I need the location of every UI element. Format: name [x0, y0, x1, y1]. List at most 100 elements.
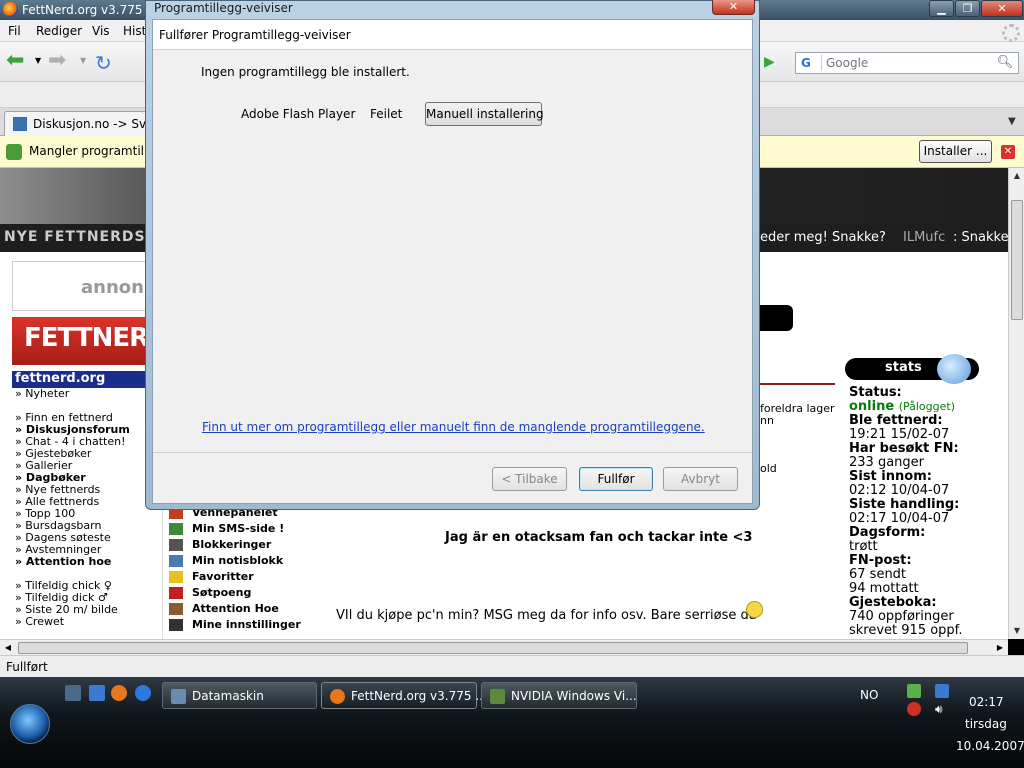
stats-value: Dagsform: — [849, 525, 926, 540]
menu-item-label: Min notisblokk — [192, 554, 284, 567]
horizontal-scrollbar[interactable]: ◀ ▶ — [0, 639, 1008, 655]
firefox-quicklaunch-icon[interactable] — [111, 685, 127, 701]
no-plugins-installed-text: Ingen programtillegg ble installert. — [201, 65, 410, 79]
stats-row: Ble fettnerd: — [849, 414, 1008, 428]
user-menu-item[interactable]: Min notisblokk — [163, 553, 312, 569]
close-notification-icon[interactable]: ✕ — [1001, 145, 1015, 159]
post-text: VIl du kjøpe pc'n min? MSG meg da for in… — [336, 608, 757, 623]
user-menu-item[interactable]: Favoritter — [163, 569, 312, 585]
stats-row: skrevet 915 oppf. — [849, 624, 1008, 638]
forward-arrow-icon[interactable]: ➡ — [48, 50, 72, 74]
minimize-button[interactable]: ▁ — [929, 0, 954, 17]
stats-row: trøtt — [849, 540, 1008, 554]
leftnav-item[interactable]: » Nyheter — [12, 388, 152, 400]
site-logo[interactable]: FETTNERD — [12, 317, 170, 365]
user-menu-item[interactable]: Min SMS-side ! — [163, 521, 312, 537]
reload-icon[interactable]: ↻ — [95, 51, 119, 75]
menu-item-label: Attention Hoe — [192, 602, 279, 615]
screen: FettNerd.org v3.775 :: V ▁ ❐ ✕ Fil Redig… — [0, 0, 1024, 768]
maximize-button[interactable]: ❐ — [955, 0, 980, 17]
user-menu: Vennepanelet Min SMS-side ! Blokkeringer Mi… — [162, 505, 312, 639]
back-dropdown-icon[interactable]: ▼ — [35, 56, 41, 65]
menu-item-icon — [169, 539, 183, 551]
stats-row: Siste handling: — [849, 498, 1008, 512]
ticker-message[interactable]: eder meg! Snakke? — [760, 230, 886, 245]
horizontal-scroll-thumb[interactable] — [18, 642, 968, 654]
close-button[interactable]: ✕ — [981, 0, 1023, 17]
dialog-separator — [153, 452, 752, 453]
menu-file[interactable]: Fil — [8, 24, 21, 38]
stats-value: 740 oppføringer — [849, 609, 954, 624]
switch-windows-icon[interactable] — [89, 685, 105, 701]
connection-tray-icon[interactable] — [935, 684, 949, 698]
user-menu-item[interactable]: Søtpoeng — [163, 585, 312, 601]
search-bar: G 🔍︎ — [795, 52, 1019, 74]
ad-box: annon — [12, 261, 152, 311]
taskbar-button-firefox[interactable]: FettNerd.org v3.775 ... — [321, 682, 487, 709]
cancel-button[interactable]: Avbryt — [663, 467, 738, 491]
taskbar: Datamaskin FettNerd.org v3.775 ... NVIDI… — [0, 677, 1024, 768]
taskbar-button-datamaskin[interactable]: Datamaskin — [162, 682, 317, 709]
scroll-down-icon[interactable]: ▼ — [1009, 623, 1024, 639]
stats-row: 740 oppføringer — [849, 610, 1008, 624]
security-tray-icon[interactable] — [907, 702, 921, 716]
plugin-wizard-dialog: Programtillegg-veiviser ✕ Fullfører Prog… — [145, 0, 760, 510]
search-icon[interactable]: 🔍︎ — [996, 55, 1014, 71]
ticker-message-2[interactable]: : Snakke ? — [953, 230, 1008, 245]
stats-value: online — [849, 399, 895, 414]
post-heading: Jag är en otacksam fan och tackar inte <… — [445, 530, 753, 545]
taskbar-button-nvidia[interactable]: NVIDIA Windows Vi... — [481, 682, 637, 709]
menu-history[interactable]: Hist — [123, 24, 146, 38]
computer-icon — [171, 689, 186, 704]
clock-date: 10.04.2007 — [956, 739, 1024, 753]
stats-row: 233 ganger — [849, 456, 1008, 470]
leftnav-item[interactable]: » Attention hoe — [12, 556, 152, 568]
tab-diskusjon[interactable]: Diskusjon.no -> Svare — [4, 111, 165, 136]
clock-day: tirsdag — [965, 717, 1007, 731]
stats-panel: Status: online (Pålogget) Ble fettnerd: 19:… — [849, 386, 1008, 638]
network-tray-icon[interactable] — [907, 684, 921, 698]
menu-edit[interactable]: Rediger — [36, 24, 82, 38]
dialog-title: Programtillegg-veiviser — [154, 1, 293, 15]
forward-dropdown-icon[interactable]: ▼ — [80, 56, 86, 65]
puzzle-piece-icon — [6, 144, 22, 160]
ticker-label: NYE FETTNERDS: — [4, 229, 153, 245]
leftnav-header: fettnerd.org — [12, 371, 152, 388]
plugin-status: Feilet — [370, 107, 403, 121]
leftnav-item[interactable]: » Crewet — [12, 616, 152, 628]
scroll-up-icon[interactable]: ▲ — [1009, 168, 1024, 184]
stats-value: 19:21 15/02-07 — [849, 427, 950, 442]
menu-view[interactable]: Vis — [92, 24, 110, 38]
clock-time[interactable]: 02:17 — [969, 695, 1004, 709]
user-menu-item[interactable]: Blokkeringer — [163, 537, 312, 553]
ticker-username[interactable]: ILMufc — [903, 230, 945, 245]
ie-quicklaunch-icon[interactable] — [135, 685, 151, 701]
dialog-close-icon[interactable]: ✕ — [712, 0, 755, 15]
scroll-left-icon[interactable]: ◀ — [0, 640, 16, 656]
vertical-scrollbar[interactable]: ▲ ▼ — [1008, 168, 1024, 639]
back-button[interactable]: < Tilbake — [492, 467, 567, 491]
menu-item-label: Favoritter — [192, 570, 254, 583]
go-arrow-icon[interactable]: ▶ — [764, 54, 782, 72]
search-engine-selector[interactable]: G — [798, 55, 822, 71]
start-button[interactable] — [10, 704, 50, 744]
user-menu-item[interactable]: Mine innstillinger — [163, 617, 312, 633]
vertical-scroll-thumb[interactable] — [1011, 200, 1023, 320]
manual-install-button[interactable]: Manuell installering — [425, 102, 544, 126]
language-indicator[interactable]: NO — [860, 688, 878, 702]
scroll-right-icon[interactable]: ▶ — [992, 640, 1008, 656]
search-input[interactable] — [826, 55, 991, 71]
plugin-help-link[interactable]: Finn ut mer om programtillegg eller manu… — [202, 420, 705, 434]
post-fragment-3: old — [760, 462, 777, 475]
install-plugin-button[interactable]: Installer ... — [919, 140, 992, 163]
back-arrow-icon[interactable]: ⬅ — [6, 50, 30, 74]
stats-row: 19:21 15/02-07 — [849, 428, 1008, 442]
user-menu-item[interactable]: Attention Hoe — [163, 601, 312, 617]
stats-value: trøtt — [849, 539, 878, 554]
finish-button[interactable]: Fullfør — [579, 467, 653, 491]
tab-list-dropdown-icon[interactable]: ▼ — [1008, 116, 1016, 127]
show-desktop-icon[interactable] — [65, 685, 81, 701]
menu-item-label: Mine innstillinger — [192, 618, 301, 631]
volume-icon[interactable]: 🔊︎ — [935, 702, 949, 716]
dialog-header-band: Fullfører Programtillegg-veiviser — [153, 20, 752, 50]
